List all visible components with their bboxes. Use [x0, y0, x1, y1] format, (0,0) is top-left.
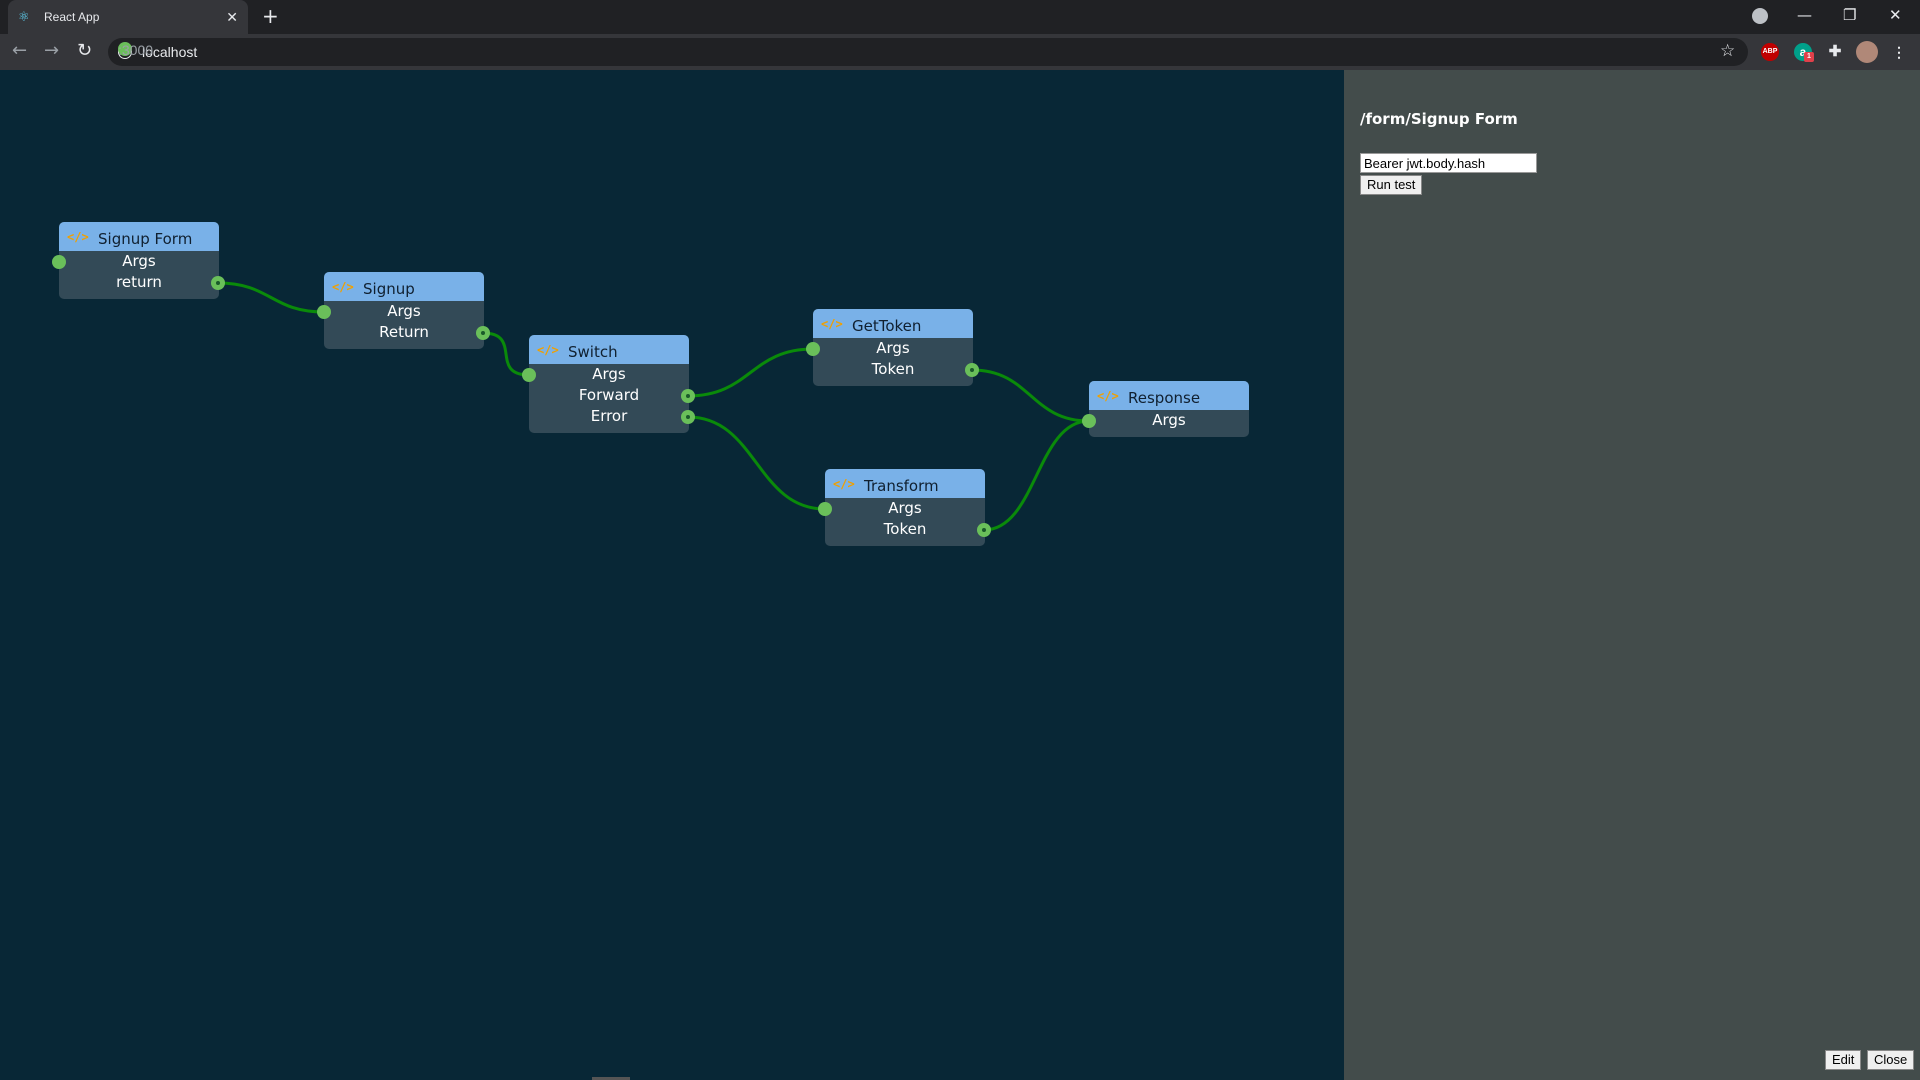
node-port-row: Args — [806, 338, 973, 359]
port-label: Return — [379, 323, 429, 341]
node-header[interactable]: </> Response — [1089, 381, 1249, 410]
browser-tab[interactable]: ⚛ React App ✕ — [8, 0, 248, 34]
code-icon: </> — [537, 343, 559, 357]
input-port[interactable] — [522, 368, 536, 382]
notification-badge: 1 — [1804, 52, 1814, 62]
output-port[interactable] — [681, 410, 695, 424]
react-icon: ⚛ — [18, 9, 30, 24]
edit-button[interactable]: Edit — [1825, 1050, 1862, 1070]
edge-transform-to-response[interactable] — [983, 419, 1090, 532]
reload-icon[interactable]: ↻ — [77, 42, 92, 60]
input-port[interactable] — [806, 342, 820, 356]
url-port: :3000 — [118, 42, 154, 58]
close-button[interactable]: Close — [1867, 1050, 1915, 1070]
edge-switch-to-gettoken[interactable] — [687, 347, 814, 398]
node-transform[interactable]: </> Transform Args Token — [818, 469, 991, 546]
port-label: Args — [592, 365, 626, 383]
port-label: Forward — [578, 386, 640, 404]
port-label: return — [116, 273, 162, 291]
port-label: Args — [876, 339, 910, 357]
port-label: Args — [888, 499, 922, 517]
edge-signup-to-switch[interactable] — [482, 331, 530, 377]
back-icon[interactable]: ← — [12, 42, 27, 60]
input-port[interactable] — [52, 255, 66, 269]
node-port-row: Token — [825, 519, 991, 540]
output-port[interactable] — [681, 389, 695, 403]
input-port[interactable] — [317, 305, 331, 319]
node-port-row: Forward — [529, 385, 695, 406]
port-label: Error — [590, 407, 628, 425]
port-label: Args — [122, 252, 156, 270]
node-gettoken[interactable]: </> GetToken Args Token — [806, 309, 979, 386]
edge-switch-to-transform[interactable] — [687, 415, 826, 511]
node-header[interactable]: </> Signup — [324, 272, 484, 301]
input-port[interactable] — [1082, 414, 1096, 428]
node-title: Signup — [363, 280, 415, 298]
node-title: Transform — [864, 477, 939, 495]
grammar-extension-icon[interactable]: a1 — [1794, 43, 1814, 62]
address-bar[interactable]: i localhost:3000 — [108, 38, 1748, 66]
port-label: Args — [1152, 411, 1186, 429]
code-icon: </> — [332, 280, 354, 294]
menu-kebab-icon[interactable]: ⋮ — [1890, 43, 1908, 61]
extensions-puzzle-icon[interactable]: ✚ — [1826, 43, 1844, 61]
node-response[interactable]: </> Response Args — [1082, 381, 1249, 437]
avatar[interactable] — [1856, 41, 1878, 63]
flow-canvas[interactable]: </> Signup Form Args return </> Signup Args Ret… — [0, 70, 1344, 1080]
edge-gettoken-to-response[interactable] — [971, 368, 1090, 423]
port-label: Args — [387, 302, 421, 320]
code-icon: </> — [821, 317, 843, 331]
node-port-row: Token — [813, 359, 979, 380]
port-label: Token — [871, 360, 915, 378]
node-switch[interactable]: </> Switch Args Forward Error — [522, 335, 695, 433]
node-title: Response — [1128, 389, 1201, 407]
node-port-row: Args — [818, 498, 985, 519]
node-signup-form[interactable]: </> Signup Form Args return — [52, 222, 225, 299]
code-icon: </> — [833, 477, 855, 491]
run-test-button[interactable]: Run test — [1360, 175, 1423, 195]
port-label: Token — [883, 520, 927, 538]
side-panel: /form/Signup Form Run test Edit Close — [1344, 70, 1920, 1080]
output-port[interactable] — [211, 276, 225, 290]
output-port[interactable] — [977, 523, 991, 537]
node-port-row: return — [59, 272, 225, 293]
tab-title: React App — [44, 10, 100, 24]
node-port-row: Args — [1082, 410, 1249, 431]
profile-menu-icon[interactable] — [1752, 8, 1768, 24]
code-icon: </> — [1097, 389, 1119, 403]
node-title: GetToken — [852, 317, 922, 335]
forward-icon[interactable]: → — [44, 42, 59, 60]
node-header[interactable]: </> GetToken — [813, 309, 973, 338]
node-port-row: Return — [324, 322, 490, 343]
node-header[interactable]: </> Switch — [529, 335, 689, 364]
bookmark-star-icon[interactable]: ☆ — [1720, 41, 1735, 61]
node-header[interactable]: </> Signup Form — [59, 222, 219, 251]
edge-signup-form-to-signup[interactable] — [217, 281, 325, 314]
new-tab-button[interactable]: + — [262, 6, 279, 26]
node-title: Signup Form — [98, 230, 193, 248]
close-tab-icon[interactable]: ✕ — [226, 9, 238, 26]
token-input[interactable] — [1360, 153, 1537, 173]
output-port[interactable] — [965, 363, 979, 377]
browser-tab-bar: ⚛ React App ✕ + — ❐ ✕ — [0, 0, 1920, 34]
input-port[interactable] — [818, 502, 832, 516]
adblock-icon[interactable]: ABP — [1761, 43, 1779, 61]
node-port-row: Args — [52, 251, 219, 272]
minimize-button[interactable]: — — [1797, 6, 1812, 24]
restore-button[interactable]: ❐ — [1843, 6, 1856, 24]
node-signup[interactable]: </> Signup Args Return — [317, 272, 490, 349]
node-port-row: Args — [522, 364, 689, 385]
panel-title: /form/Signup Form — [1360, 110, 1518, 128]
node-port-row: Args — [317, 301, 484, 322]
node-port-row: Error — [529, 406, 695, 427]
node-title: Switch — [568, 343, 618, 361]
node-header[interactable]: </> Transform — [825, 469, 985, 498]
browser-toolbar: ← → ↻ i localhost:3000 ☆ ABP a1 ✚ ⋮ — [0, 34, 1920, 70]
output-port[interactable] — [476, 326, 490, 340]
code-icon: </> — [67, 230, 89, 244]
close-window-button[interactable]: ✕ — [1889, 6, 1902, 24]
